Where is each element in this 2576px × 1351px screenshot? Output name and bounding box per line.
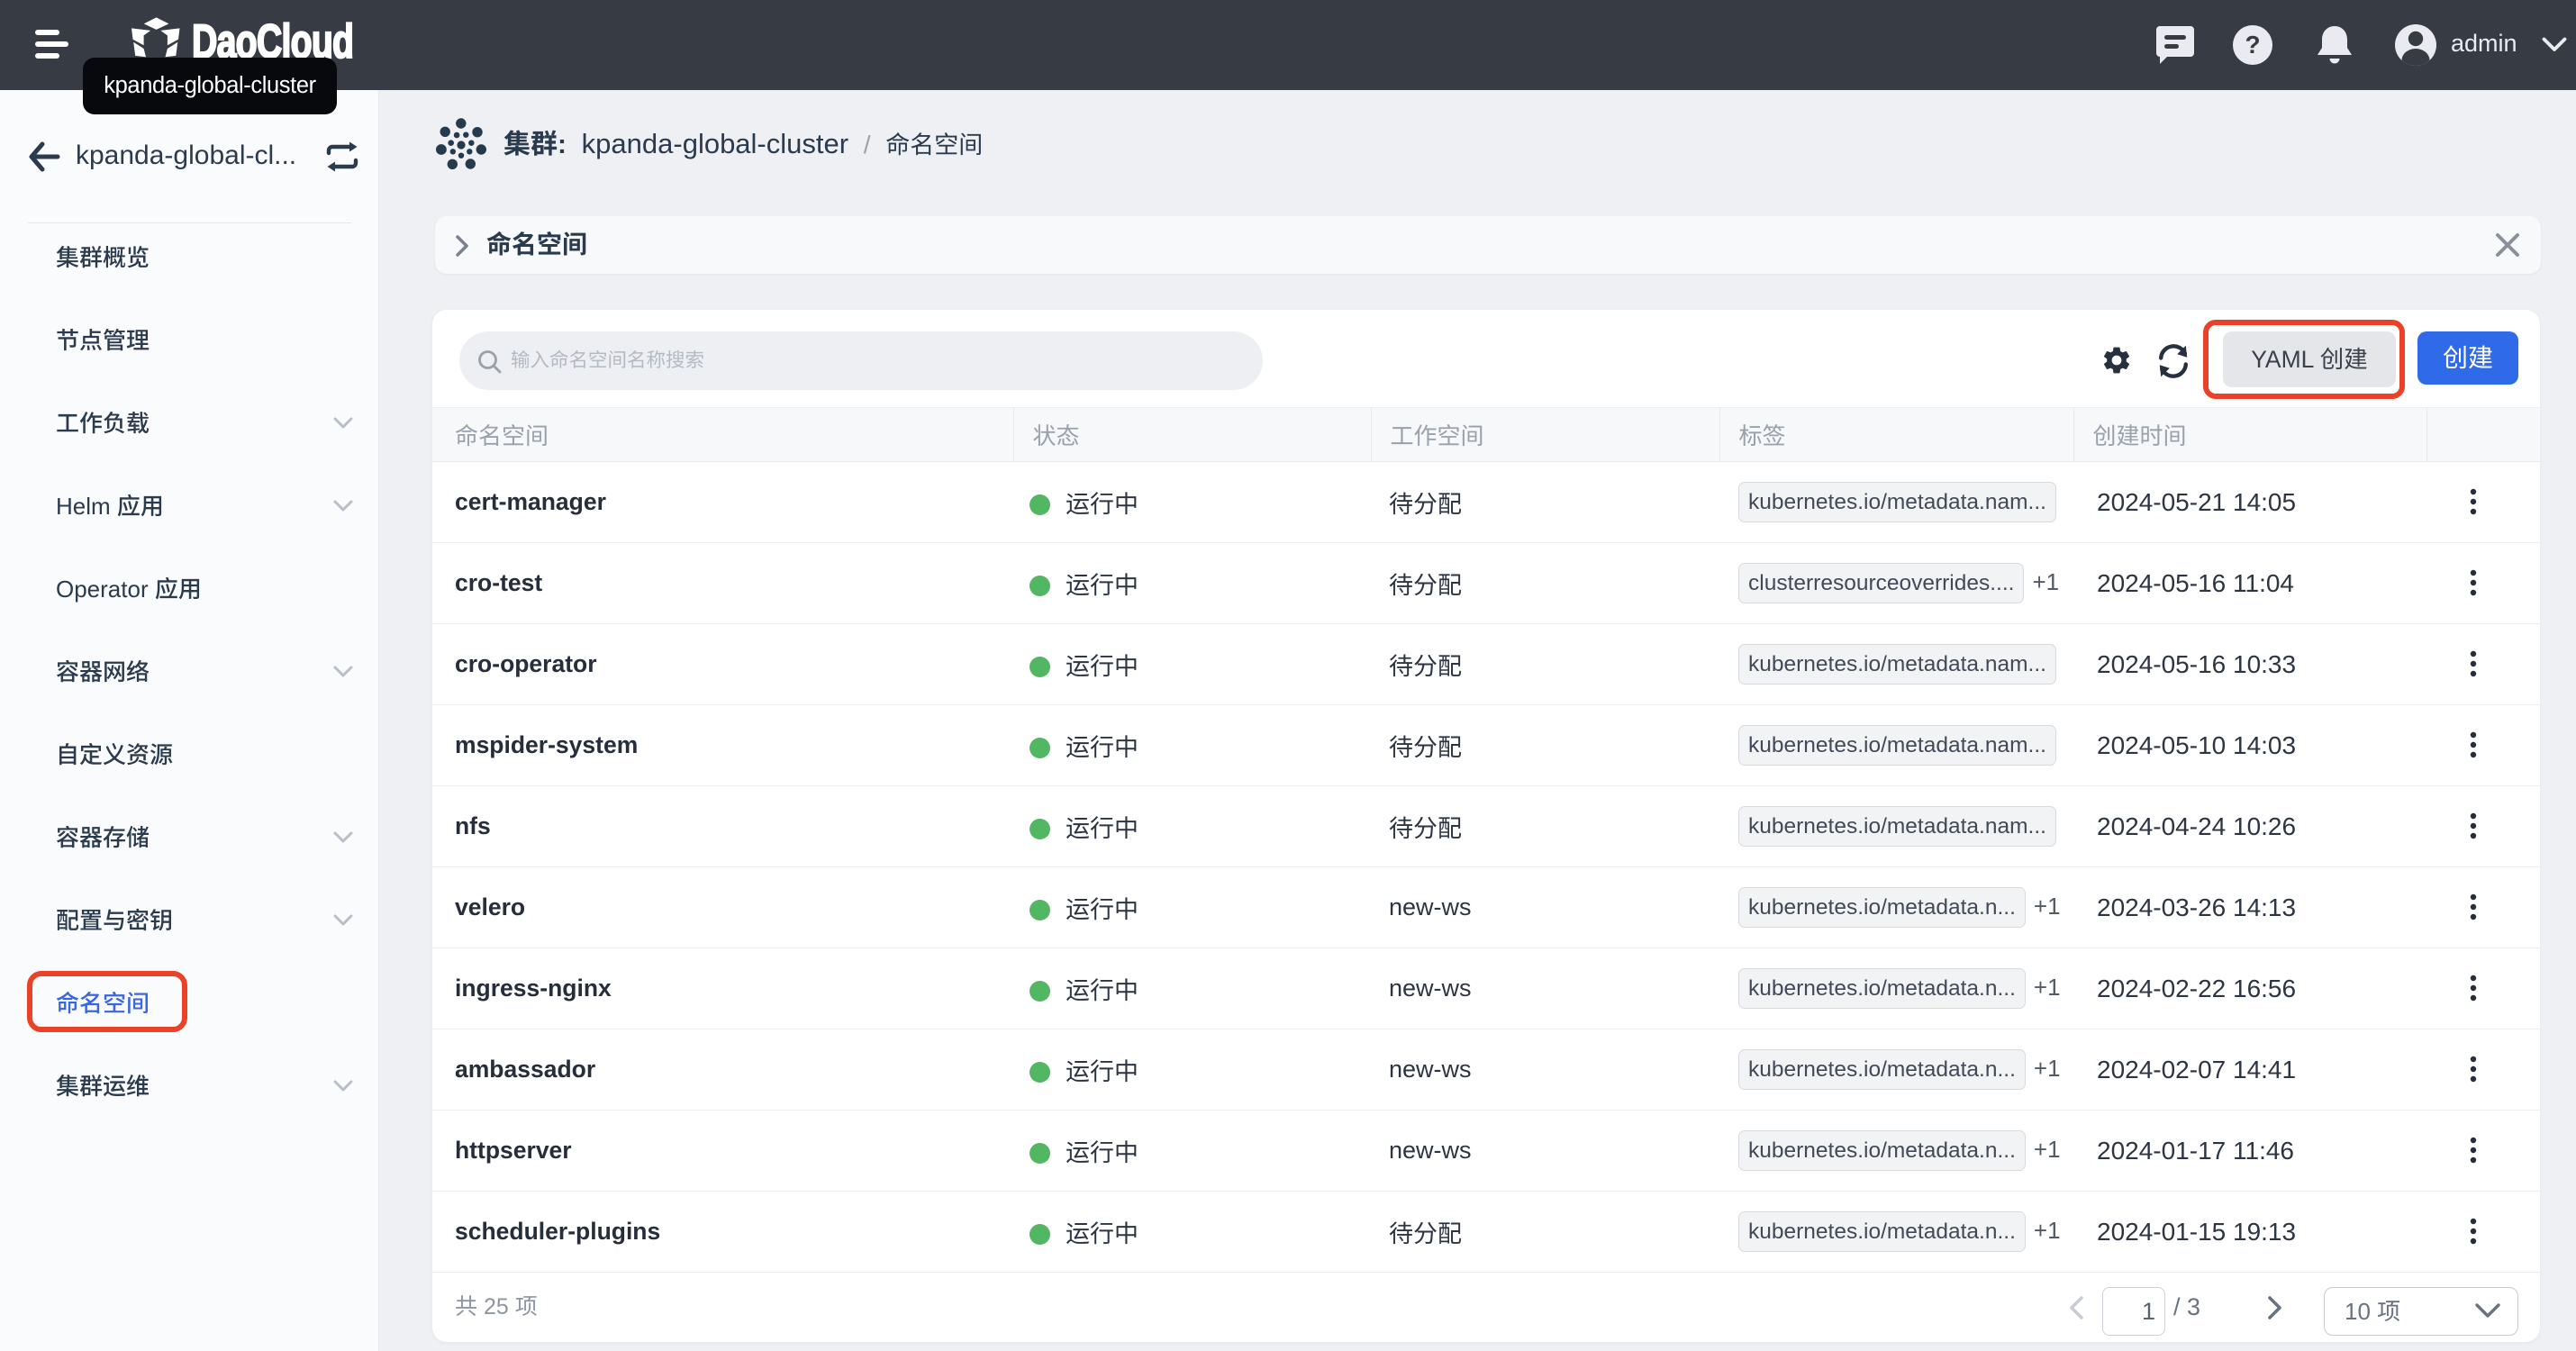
svg-text:?: ? <box>2245 31 2260 59</box>
